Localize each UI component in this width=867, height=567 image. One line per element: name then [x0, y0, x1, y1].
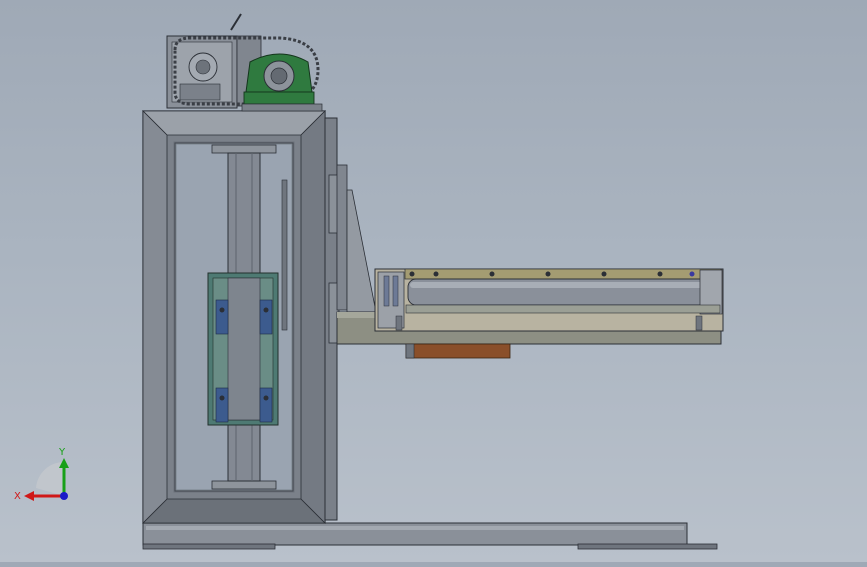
- cad-viewport[interactable]: Y X: [0, 0, 867, 562]
- triad-z-axis: [60, 492, 68, 500]
- triad-x-label: X: [14, 491, 21, 502]
- pillow-block-bearing: [241, 53, 323, 112]
- roller-conveyor: [374, 268, 724, 332]
- triad-y-label: Y: [58, 447, 66, 458]
- guide-block: [207, 272, 279, 426]
- coordinate-triad: Y X: [14, 447, 69, 502]
- gusset: [336, 164, 377, 313]
- base-plate: [142, 522, 718, 550]
